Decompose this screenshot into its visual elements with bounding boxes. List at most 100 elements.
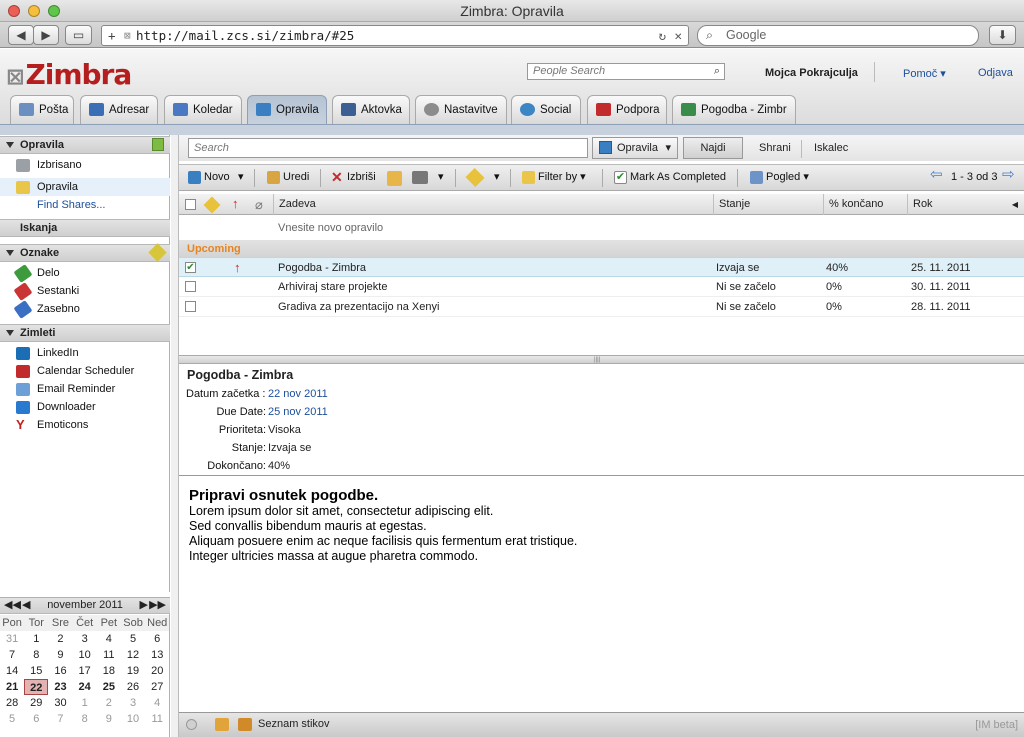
column-subject[interactable]: Zadeva: [273, 194, 713, 215]
save-search-button[interactable]: Shrani: [759, 142, 791, 154]
tab-briefcase[interactable]: Aktovka: [332, 95, 410, 124]
google-search-field[interactable]: ⌕ Google: [697, 25, 979, 46]
calendar-day[interactable]: 8: [24, 647, 48, 663]
tags-section-header[interactable]: Oznake: [0, 243, 170, 262]
select-all-checkbox[interactable]: [185, 199, 196, 210]
reading-pane-splitter[interactable]: ||||: [179, 355, 1024, 364]
add-bookmark-icon[interactable]: +: [108, 26, 116, 45]
tag-work[interactable]: Delo: [0, 264, 170, 283]
view-button[interactable]: Pogled ▾: [750, 171, 809, 184]
tab-open-task[interactable]: Pogodba - Zimbr: [672, 95, 796, 124]
forward-button[interactable]: ▶: [33, 25, 59, 45]
row-checkbox[interactable]: ✔: [185, 262, 196, 273]
zimbra-logo[interactable]: ⊠Zimbra: [6, 58, 132, 91]
tag-meetings[interactable]: Sestanki: [0, 282, 170, 301]
calendar-day[interactable]: 23: [48, 679, 72, 695]
calendar-day[interactable]: 27: [145, 679, 169, 695]
tasks-section-header[interactable]: Opravila: [0, 136, 170, 154]
calendar-day[interactable]: 19: [121, 663, 145, 679]
collapse-triangle-icon[interactable]: [6, 250, 14, 256]
calendar-day[interactable]: 6: [145, 631, 169, 647]
reload-icon[interactable]: ↻: [658, 26, 666, 45]
folder-trash[interactable]: Izbrisano: [0, 156, 170, 174]
calendar-day[interactable]: 22: [24, 679, 49, 695]
calendar-day[interactable]: 1: [24, 631, 48, 647]
column-percent[interactable]: % končano: [823, 194, 907, 215]
column-due[interactable]: Rok ◀: [907, 194, 1024, 215]
calendar-day[interactable]: 1: [73, 695, 97, 711]
people-search-input[interactable]: People Search ⌕: [527, 63, 725, 80]
tab-tasks[interactable]: Opravila: [247, 95, 327, 124]
calendar-day[interactable]: 5: [121, 631, 145, 647]
calendar-day[interactable]: 29: [24, 695, 48, 711]
add-buddy-icon[interactable]: [215, 718, 229, 731]
address-bar[interactable]: + ⊠ http://mail.zcs.si/zimbra/#25 ↻ ✕: [101, 25, 689, 46]
row-checkbox[interactable]: [185, 301, 196, 312]
find-button[interactable]: Najdi: [683, 137, 743, 159]
search-builder-button[interactable]: Iskalec: [814, 142, 848, 154]
tag-dropdown[interactable]: ▾: [494, 171, 500, 184]
attachment-column-icon[interactable]: ⌀: [255, 197, 263, 213]
calendar-day[interactable]: 11: [97, 647, 121, 663]
zoom-window-button[interactable]: [48, 5, 60, 17]
calendar-day[interactable]: 30: [48, 695, 72, 711]
calendar-day[interactable]: 2: [48, 631, 72, 647]
calendar-day[interactable]: 24: [73, 679, 97, 695]
back-button[interactable]: ◀: [8, 25, 34, 45]
search-type-select[interactable]: Opravila ▾: [592, 137, 678, 159]
search-input[interactable]: Search: [188, 138, 588, 158]
move-icon[interactable]: [387, 171, 402, 186]
calendar-day[interactable]: 6: [24, 711, 48, 727]
calendar-day[interactable]: 4: [145, 695, 169, 711]
zimlet-emoticons[interactable]: Y Emoticons: [0, 416, 170, 434]
calendar-day[interactable]: 21: [0, 679, 24, 695]
tab-social[interactable]: Social: [511, 95, 581, 124]
calendar-day[interactable]: 17: [73, 663, 97, 679]
calendar-day[interactable]: 12: [121, 647, 145, 663]
calendar-day[interactable]: 3: [121, 695, 145, 711]
collapse-triangle-icon[interactable]: [6, 142, 14, 148]
task-row[interactable]: ✔ ↑ Pogodba - Zimbra Izvaja se 40% 25. 1…: [179, 257, 1024, 277]
new-tag-icon[interactable]: [148, 243, 167, 262]
calendar-day[interactable]: 7: [0, 647, 24, 663]
calendar-day[interactable]: 11: [145, 711, 169, 727]
search-icon[interactable]: ⌕: [714, 64, 720, 79]
tab-addressbook[interactable]: Adresar: [80, 95, 158, 124]
contacts-list-label[interactable]: Seznam stikov: [258, 718, 330, 730]
calendar-day[interactable]: 14: [0, 663, 24, 679]
calendar-day[interactable]: 9: [48, 647, 72, 663]
zimlets-section-header[interactable]: Zimleti: [0, 324, 170, 342]
stop-icon[interactable]: ✕: [674, 26, 682, 45]
minimize-window-button[interactable]: [28, 5, 40, 17]
calendar-day[interactable]: 8: [73, 711, 97, 727]
task-row[interactable]: Gradiva za prezentacijo na Xenyi Ni se z…: [179, 297, 1024, 317]
filter-button[interactable]: Filter by ▾: [522, 171, 586, 184]
priority-column-icon[interactable]: ↑: [232, 196, 239, 211]
tab-support[interactable]: Podpora: [587, 95, 667, 124]
next-year-icon[interactable]: ▶▶: [149, 598, 166, 613]
next-page-icon[interactable]: ⇨: [1002, 167, 1015, 182]
collapse-triangle-icon[interactable]: [6, 330, 14, 336]
calendar-day[interactable]: 13: [145, 647, 169, 663]
row-checkbox[interactable]: [185, 281, 196, 292]
prev-year-icon[interactable]: ◀◀: [4, 598, 21, 613]
close-window-button[interactable]: [8, 5, 20, 17]
zimlet-linkedin[interactable]: LinkedIn: [0, 344, 170, 362]
sidebar-toggle-icon[interactable]: ▭: [65, 25, 92, 45]
calendar-day[interactable]: 5: [0, 711, 24, 727]
delete-button[interactable]: ✕ Izbriši: [331, 170, 376, 184]
task-row[interactable]: Arhiviraj stare projekte Ni se začelo 0%…: [179, 277, 1024, 297]
calendar-day[interactable]: 18: [97, 663, 121, 679]
new-dropdown[interactable]: ▾: [238, 171, 244, 184]
column-status[interactable]: Stanje: [713, 194, 823, 215]
buddy-list-icon[interactable]: [238, 718, 252, 731]
calendar-day[interactable]: 3: [73, 631, 97, 647]
searches-section-header[interactable]: Iskanja: [0, 219, 170, 237]
panel-splitter[interactable]: [171, 135, 179, 737]
tab-preferences[interactable]: Nastavitve: [415, 95, 507, 124]
find-shares-link[interactable]: Find Shares...: [0, 196, 170, 214]
logout-link[interactable]: Odjava: [978, 67, 1013, 79]
zimlet-downloader[interactable]: Downloader: [0, 398, 170, 416]
tab-calendar[interactable]: Koledar: [164, 95, 242, 124]
calendar-day[interactable]: 9: [97, 711, 121, 727]
